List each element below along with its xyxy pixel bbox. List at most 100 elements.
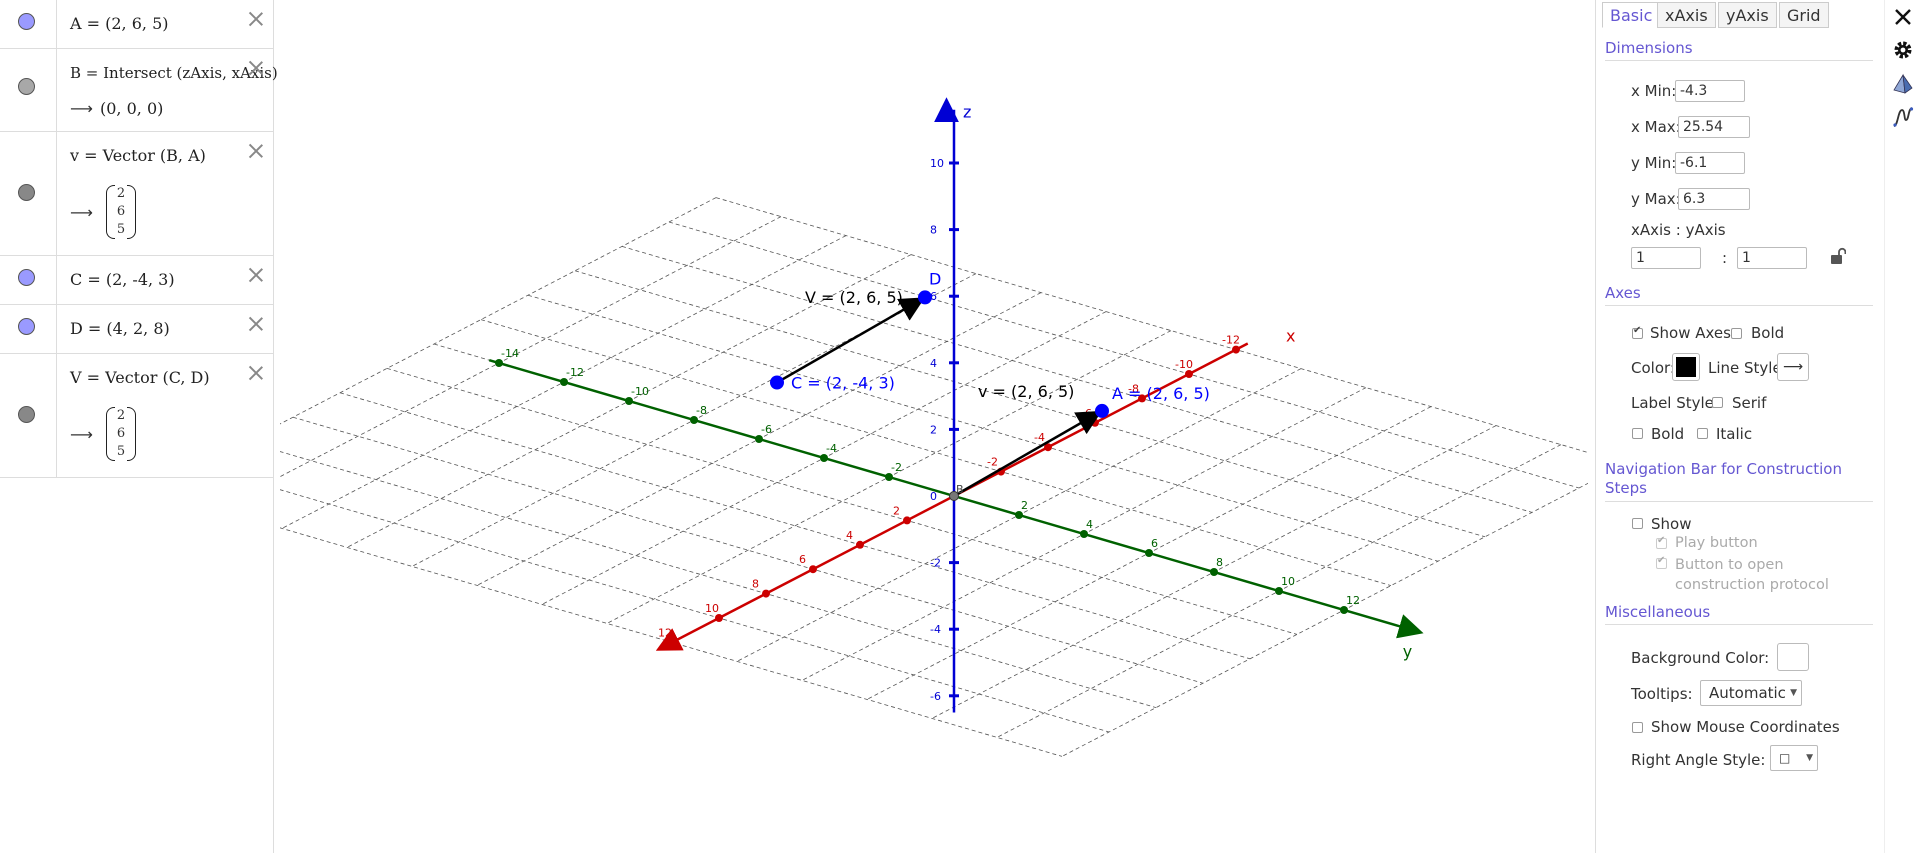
- marble-cell: [0, 305, 57, 353]
- graphics-3d-view[interactable]: 2 4 6 8 10 12 -2 -4 -6 -8 -10 -12 -14 2 4 6 8 10 12 -2 -4 -6 -…: [280, 0, 1588, 853]
- label-bold-label: Bold: [1651, 425, 1685, 443]
- visibility-toggle[interactable]: [18, 78, 35, 95]
- y-tick-mark: [1015, 511, 1023, 519]
- unlock-icon[interactable]: [1830, 247, 1846, 265]
- delete-icon[interactable]: [247, 266, 265, 284]
- ratio-x-input[interactable]: [1631, 247, 1701, 269]
- tooltips-select[interactable]: Automatic ▼: [1700, 680, 1802, 706]
- nav-show-checkbox[interactable]: [1632, 518, 1643, 529]
- chevron-down-icon: ▼: [1806, 753, 1813, 763]
- tab-basic[interactable]: Basic: [1602, 2, 1661, 28]
- gear-icon[interactable]: [1892, 39, 1914, 61]
- algebra-item-D[interactable]: D = (4, 2, 8): [0, 305, 273, 354]
- tab-grid[interactable]: Grid: [1779, 2, 1829, 28]
- result-arrow-icon: ⟶: [70, 99, 93, 118]
- x-tick-label: 12: [658, 626, 672, 639]
- xmax-input[interactable]: [1678, 116, 1750, 138]
- y-tick-mark: [1340, 606, 1348, 614]
- z-tick-label: -6: [930, 690, 941, 703]
- z-tick-label: -2: [930, 557, 941, 570]
- show-axes-checkbox[interactable]: [1632, 325, 1643, 339]
- result-arrow-icon: ⟶: [70, 203, 93, 222]
- x-tick-label: -12: [1222, 334, 1240, 347]
- pyramid-icon[interactable]: [1892, 73, 1914, 95]
- italic-label: Italic: [1716, 425, 1753, 443]
- y-tick-mark: [1080, 530, 1088, 538]
- visibility-toggle[interactable]: [18, 13, 35, 30]
- y-tick-mark: [820, 454, 828, 462]
- y-tick-mark: [885, 473, 893, 481]
- x-tick-mark: [903, 516, 911, 525]
- algebra-item-B[interactable]: B = Intersect (zAxis, xAxis) ⟶ (0, 0, 0): [0, 49, 278, 132]
- background-color-button[interactable]: [1777, 643, 1809, 671]
- ymin-input[interactable]: [1675, 152, 1745, 174]
- y-tick-mark: [755, 435, 763, 443]
- label-bold-checkbox[interactable]: [1632, 428, 1643, 439]
- y-tick-mark: [690, 416, 698, 424]
- play-button-checkbox[interactable]: [1656, 535, 1667, 549]
- delete-icon[interactable]: [247, 142, 265, 160]
- x-tick-label: 8: [752, 578, 759, 591]
- y-tick-mark: [625, 397, 633, 405]
- serif-checkbox[interactable]: [1712, 397, 1723, 408]
- properties-panel: Basic xAxis yAxis Grid Dimensions x Min:…: [1595, 0, 1884, 853]
- grid-line: [280, 216, 782, 478]
- y-tick-label: 12: [1346, 594, 1360, 607]
- right-angle-select[interactable]: □ ▼: [1770, 745, 1818, 771]
- open-protocol-label: Button to open construction protocol: [1675, 557, 1829, 593]
- algebra-item-A[interactable]: A = (2, 6, 5): [0, 0, 273, 49]
- label-B: B: [956, 483, 964, 496]
- serif-label: Serif: [1732, 394, 1767, 412]
- background-color-label: Background Color:: [1631, 649, 1770, 667]
- algebra-item-C[interactable]: C = (2, -4, 3): [0, 256, 273, 305]
- point-D: [918, 290, 932, 305]
- tab-yaxis[interactable]: yAxis: [1718, 2, 1777, 28]
- label-V: V = (2, 6, 5): [805, 288, 903, 307]
- open-protocol-checkbox[interactable]: [1656, 555, 1667, 569]
- y-tick-label: -12: [566, 366, 584, 379]
- z-tick-label: 2: [930, 423, 937, 436]
- marble-cell: [0, 132, 57, 255]
- ymax-input[interactable]: [1678, 188, 1750, 210]
- view-toolbar: [1884, 0, 1920, 853]
- x-tick-mark: [856, 540, 864, 549]
- close-icon[interactable]: [1892, 6, 1914, 28]
- tab-xaxis[interactable]: xAxis: [1657, 2, 1716, 28]
- algebra-item-v[interactable]: v = Vector (B, A) ⟶ 2 6 5: [0, 132, 273, 256]
- line-style-button[interactable]: ⟶: [1777, 353, 1809, 381]
- z-tick-label: 10: [930, 157, 944, 170]
- visibility-toggle[interactable]: [18, 318, 35, 335]
- x-tick-label: -4: [1034, 431, 1045, 444]
- vector-V: [776, 297, 925, 384]
- color-label: Color:: [1631, 359, 1675, 377]
- algebra-item-V[interactable]: V = Vector (C, D) ⟶ 2 6 5: [0, 354, 273, 478]
- function-icon[interactable]: [1892, 106, 1914, 128]
- axes-bold-label: Bold: [1751, 324, 1785, 342]
- mouse-coords-label: Show Mouse Coordinates: [1651, 718, 1840, 736]
- z-tick-label: 8: [930, 224, 937, 237]
- delete-icon[interactable]: [247, 10, 265, 28]
- visibility-toggle[interactable]: [18, 406, 35, 423]
- mouse-coords-checkbox[interactable]: [1632, 722, 1643, 733]
- z-axis-label: z: [963, 103, 971, 122]
- xmin-input[interactable]: [1675, 80, 1745, 102]
- axes-bold-checkbox[interactable]: [1731, 328, 1742, 339]
- vector-v: [953, 410, 1103, 498]
- visibility-toggle[interactable]: [18, 269, 35, 286]
- visibility-toggle[interactable]: [18, 184, 35, 201]
- color-swatch: [1676, 357, 1696, 377]
- y-tick-label: 2: [1021, 499, 1028, 512]
- label-D: D: [929, 269, 941, 288]
- delete-icon[interactable]: [247, 364, 265, 382]
- axes-color-button[interactable]: [1672, 353, 1700, 381]
- y-tick-label: 4: [1086, 518, 1093, 531]
- graphics-canvas[interactable]: 2 4 6 8 10 12 -2 -4 -6 -8 -10 -12 -14 2 4 6 8 10 12 -2 -4 -6 -…: [280, 0, 1588, 853]
- ratio-y-input[interactable]: [1737, 247, 1807, 269]
- x-tick-label: 10: [705, 602, 719, 615]
- x-axis-label: x: [1286, 327, 1295, 346]
- delete-icon[interactable]: [247, 59, 265, 77]
- x-tick-label: -2: [987, 456, 998, 469]
- delete-icon[interactable]: [247, 315, 265, 333]
- italic-checkbox[interactable]: [1697, 428, 1708, 439]
- y-tick-mark: [560, 378, 568, 386]
